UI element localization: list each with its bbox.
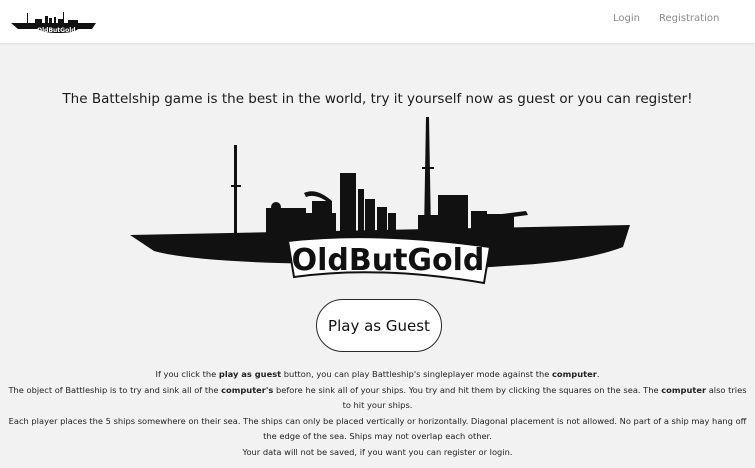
info-emphasis: computer <box>552 369 597 379</box>
info-line: If you click the play as guest button, y… <box>8 367 747 383</box>
info-text: The object of Battleship is to try and s… <box>8 384 222 395</box>
brand-logo[interactable]: OldButGold <box>10 10 98 36</box>
battleship-logo-icon: OldButGold <box>11 12 96 34</box>
info-line: Your data will not be saved, if you want… <box>242 446 513 457</box>
info-text: . <box>596 369 600 379</box>
info-emphasis: computer <box>661 384 707 395</box>
info-emphasis: play as guest <box>218 369 282 379</box>
navbar: OldButGold Login Registration <box>0 0 755 44</box>
battleship-icon: OldButGold <box>130 117 630 285</box>
login-link[interactable]: Login <box>613 13 640 24</box>
registration-link[interactable]: Registration <box>659 13 719 24</box>
info-text: before he sink all of your ships. You tr… <box>273 384 662 395</box>
game-description: If you click the play as guest button, y… <box>8 367 747 460</box>
play-as-guest-button[interactable]: Play as Guest <box>316 299 442 352</box>
info-emphasis: computer's <box>221 384 274 395</box>
info-line: Each player places the 5 ships somewhere… <box>8 415 747 442</box>
page-tagline: The Battelship game is the best in the w… <box>62 91 693 107</box>
info-line: The object of Battleship is to try and s… <box>8 383 747 414</box>
svg-text:OldButGold: OldButGold <box>292 243 485 278</box>
hero-logo: OldButGold <box>126 115 636 287</box>
svg-text:OldButGold: OldButGold <box>37 27 76 34</box>
info-text: If you click the <box>155 369 219 379</box>
info-text: button, you can play Battleship's single… <box>281 369 553 379</box>
